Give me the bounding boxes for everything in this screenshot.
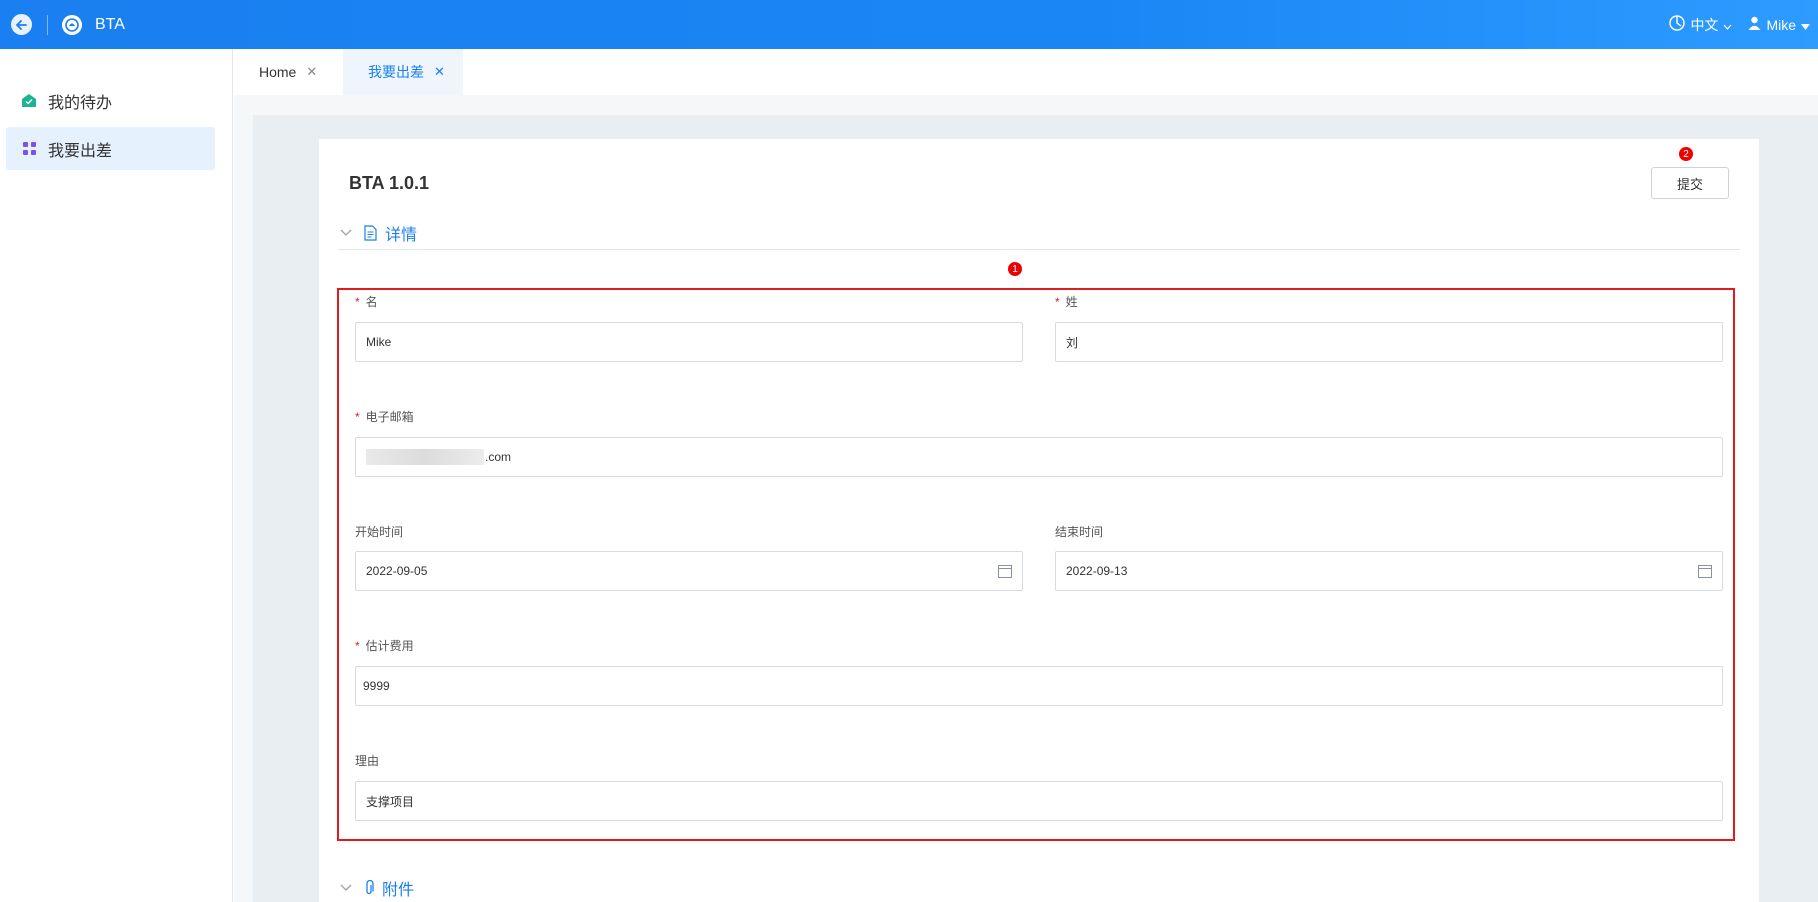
- submit-button[interactable]: 提交: [1651, 167, 1729, 199]
- language-switcher[interactable]: 中文: [1669, 15, 1732, 35]
- details-section-title: 详情: [385, 227, 418, 244]
- header-divider: [47, 14, 48, 35]
- start-date-field[interactable]: 2022-09-05: [355, 551, 1023, 591]
- attachments-section-title: 附件: [382, 882, 415, 899]
- sidebar-item-label: 我的待办: [48, 94, 113, 112]
- back-arrow-icon[interactable]: [11, 14, 32, 35]
- globe-icon: [1669, 15, 1686, 34]
- tab-business-trip[interactable]: 我要出差 ✕: [343, 49, 463, 95]
- required-marker: *: [355, 295, 360, 309]
- sidebar-item-business-trip[interactable]: 我要出差: [6, 127, 215, 170]
- calendar-icon[interactable]: [998, 564, 1012, 581]
- redacted-text: [366, 449, 484, 465]
- first-name-field[interactable]: Mike: [355, 322, 1023, 362]
- required-marker: *: [355, 639, 360, 653]
- tab-bar: Home ✕ 我要出差 ✕: [234, 49, 1818, 95]
- end-date-field[interactable]: 2022-09-13: [1055, 551, 1723, 591]
- end-date-value: 2022-09-13: [1066, 564, 1128, 578]
- user-icon: [1748, 16, 1761, 33]
- app-title[interactable]: BTA: [95, 16, 125, 34]
- email-value: .com: [485, 450, 512, 464]
- bta-logo-icon: [62, 14, 82, 35]
- sidebar: 我的待办 我要出差: [0, 49, 233, 902]
- cost-label: * 估计费用: [355, 639, 414, 653]
- tab-label: 我要出差: [368, 64, 424, 80]
- annotation-badge-submit: 2: [1679, 147, 1693, 161]
- details-section-header[interactable]: 详情: [340, 221, 417, 245]
- attachments-section-header[interactable]: 附件: [340, 876, 414, 900]
- caret-down-icon: [1801, 17, 1810, 33]
- language-label: 中文: [1690, 16, 1719, 33]
- cost-field[interactable]: 9999: [355, 666, 1723, 706]
- email-field[interactable]: .com: [355, 437, 1723, 477]
- user-menu[interactable]: Mike: [1748, 16, 1810, 33]
- calendar-icon[interactable]: [1698, 564, 1712, 581]
- start-date-label: 开始时间: [355, 525, 404, 539]
- start-date-value: 2022-09-05: [366, 564, 428, 578]
- end-date-label: 结束时间: [1055, 525, 1104, 539]
- tab-label: Home: [259, 64, 297, 80]
- sidebar-item-todo[interactable]: 我的待办: [6, 79, 215, 122]
- tab-home[interactable]: Home ✕: [234, 49, 335, 95]
- reason-field[interactable]: 支撑项目: [355, 781, 1723, 821]
- close-icon[interactable]: ✕: [434, 64, 445, 80]
- last-name-label: * 姓: [1055, 295, 1078, 309]
- reason-label: 理由: [355, 754, 380, 768]
- required-marker: *: [355, 410, 360, 424]
- email-label: * 电子邮箱: [355, 410, 414, 424]
- first-name-label: * 名: [355, 295, 378, 309]
- chevron-down-icon: [340, 226, 352, 240]
- user-name: Mike: [1766, 16, 1796, 33]
- top-header: BTA 中文 Mike: [0, 0, 1818, 49]
- page-title: BTA 1.0.1: [349, 173, 430, 193]
- paperclip-icon: [364, 880, 374, 896]
- chevron-down-icon: [340, 881, 352, 895]
- inbox-icon: [21, 93, 37, 109]
- section-divider: [338, 249, 1740, 250]
- chevron-down-icon: [1723, 17, 1732, 33]
- last-name-field[interactable]: 刘: [1055, 322, 1723, 362]
- required-marker: *: [1055, 295, 1060, 309]
- annotation-badge-form: 1: [1008, 262, 1022, 276]
- document-icon: [364, 225, 377, 241]
- close-icon[interactable]: ✕: [306, 64, 317, 80]
- sidebar-item-label: 我要出差: [48, 142, 113, 160]
- grid-icon: [21, 141, 37, 157]
